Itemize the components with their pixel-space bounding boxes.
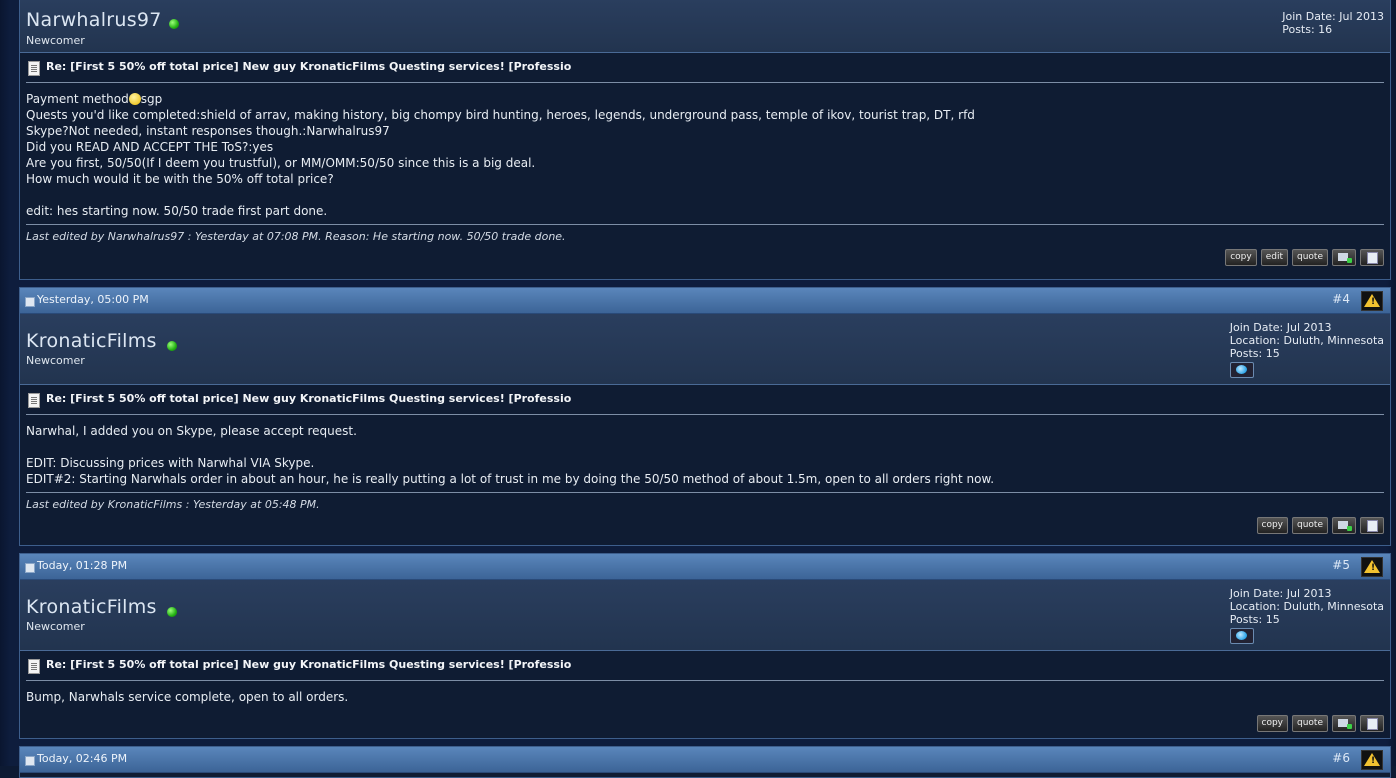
user-rank: Newcomer: [26, 354, 85, 367]
post-status-icon: [25, 297, 35, 307]
content-line: edit: hes starting now. 50/50 trade firs…: [26, 204, 328, 218]
user-location: Location: Duluth, Minnesota: [1229, 600, 1384, 613]
copy-button[interactable]: copy: [1225, 249, 1257, 266]
online-status-icon: [167, 607, 177, 617]
quote-button[interactable]: quote: [1292, 715, 1328, 732]
online-status-icon: [169, 19, 179, 29]
post-header-bar: Yesterday, 05:00 PM #4 !: [20, 288, 1390, 314]
skype-icon[interactable]: [1229, 362, 1254, 378]
last-edited-note: Last edited by Narwhalrus97 : Yesterday …: [26, 224, 1384, 243]
post-title: Re: [First 5 50% off total price] New gu…: [46, 658, 572, 671]
multiquote-icon[interactable]: [1332, 715, 1356, 732]
post-count: Posts: 16: [1282, 23, 1333, 36]
post-count: Posts: 15: [1229, 347, 1280, 360]
post-content: Payment method sgp Quests you'd like comp…: [26, 83, 1384, 219]
copy-button[interactable]: copy: [1256, 715, 1288, 732]
post-document-icon: [28, 393, 40, 408]
content-line: Payment method sgp: [26, 92, 163, 106]
user-info: Join Date: Jul 2013 Location: Duluth, Mi…: [1229, 587, 1384, 644]
post-6: Today, 02:46 PM #6 !: [19, 746, 1391, 778]
post-status-icon: [25, 563, 35, 573]
user-rank: Newcomer: [26, 34, 85, 47]
copy-button[interactable]: copy: [1256, 517, 1288, 534]
post-5: Today, 01:28 PM #5 ! KronaticFilms Newco…: [19, 553, 1391, 739]
post-document-icon: [28, 659, 40, 674]
content-line: How much would it be with the 50% off to…: [26, 172, 334, 186]
post-body: Re: [First 5 50% off total price] New gu…: [20, 53, 1390, 269]
report-warning-icon[interactable]: !: [1361, 750, 1383, 770]
post-header-bar: Today, 01:28 PM #5 !: [20, 554, 1390, 580]
user-bar: KronaticFilms Newcomer Join Date: Jul 20…: [20, 580, 1390, 651]
user-info: Join Date: Jul 2013 Location: Duluth, Mi…: [1229, 321, 1384, 378]
user-rank: Newcomer: [26, 620, 85, 633]
user-info: Join Date: Jul 2013 Posts: 16: [1282, 10, 1384, 36]
join-date: Join Date: Jul 2013: [1229, 321, 1332, 334]
post-title-row: Re: [First 5 50% off total price] New gu…: [26, 53, 1384, 83]
post-body: Re: [First 5 50% off total price] New gu…: [20, 651, 1390, 735]
post-status-icon: [25, 756, 35, 766]
post-content: Bump, Narwhals service complete, open to…: [26, 690, 349, 704]
content-line: [26, 187, 1384, 203]
post-buttons: copy edit quote: [26, 243, 1384, 269]
post-date: Today, 01:28 PM: [37, 559, 128, 572]
username[interactable]: KronaticFilms: [26, 596, 157, 618]
quick-reply-icon[interactable]: [1360, 249, 1384, 266]
post-number[interactable]: #5: [1332, 558, 1350, 572]
username[interactable]: Narwhalrus97: [26, 9, 162, 31]
content-line: Are you first, 50/50(If I deem you trust…: [26, 156, 536, 170]
skype-icon[interactable]: [1229, 628, 1254, 644]
post-header-bar: Today, 02:46 PM #6 !: [20, 747, 1390, 773]
report-warning-icon[interactable]: !: [1361, 557, 1383, 577]
content-line: Quests you'd like completed:shield of ar…: [26, 108, 975, 122]
report-warning-icon[interactable]: !: [1361, 291, 1383, 311]
post-date: Yesterday, 05:00 PM: [37, 293, 149, 306]
post-title-row: Re: [First 5 50% off total price] New gu…: [26, 651, 1384, 681]
join-date: Join Date: Jul 2013: [1229, 587, 1332, 600]
multiquote-icon[interactable]: [1332, 249, 1356, 266]
join-date: Join Date: Jul 2013: [1282, 10, 1384, 23]
post-number[interactable]: #6: [1332, 751, 1350, 765]
post-title-row: Re: [First 5 50% off total price] New gu…: [26, 385, 1384, 415]
quote-button[interactable]: quote: [1292, 517, 1328, 534]
post-number[interactable]: #4: [1332, 292, 1350, 306]
post-content: Narwhal, I added you on Skype, please ac…: [26, 424, 995, 486]
content-line: Skype?Not needed, instant responses thou…: [26, 124, 390, 138]
post-body: Re: [First 5 50% off total price] New gu…: [20, 385, 1390, 537]
username[interactable]: KronaticFilms: [26, 330, 157, 352]
post-buttons: copy quote: [26, 511, 1384, 537]
content-line: Did you READ AND ACCEPT THE ToS?:yes: [26, 140, 274, 154]
post-count: Posts: 15: [1229, 613, 1280, 626]
quick-reply-icon[interactable]: [1360, 715, 1384, 732]
post-document-icon: [28, 61, 40, 76]
post-buttons: copy quote: [26, 705, 1384, 735]
edit-button[interactable]: edit: [1260, 249, 1288, 266]
post-date: Today, 02:46 PM: [37, 752, 128, 765]
post-4: Yesterday, 05:00 PM #4 ! KronaticFilms N…: [19, 287, 1391, 546]
user-location: Location: Duluth, Minnesota: [1229, 334, 1384, 347]
quick-reply-icon[interactable]: [1360, 517, 1384, 534]
user-bar: KronaticFilms Newcomer Join Date: Jul 20…: [20, 314, 1390, 385]
online-status-icon: [167, 341, 177, 351]
smiley-icon: [128, 93, 141, 105]
post-3: Narwhalrus97 Newcomer Join Date: Jul 201…: [19, 0, 1391, 280]
multiquote-icon[interactable]: [1332, 517, 1356, 534]
user-bar: Narwhalrus97 Newcomer Join Date: Jul 201…: [20, 0, 1390, 53]
quote-button[interactable]: quote: [1292, 249, 1328, 266]
post-title: Re: [First 5 50% off total price] New gu…: [46, 60, 572, 73]
post-title: Re: [First 5 50% off total price] New gu…: [46, 392, 572, 405]
last-edited-note: Last edited by KronaticFilms : Yesterday…: [26, 492, 1384, 511]
